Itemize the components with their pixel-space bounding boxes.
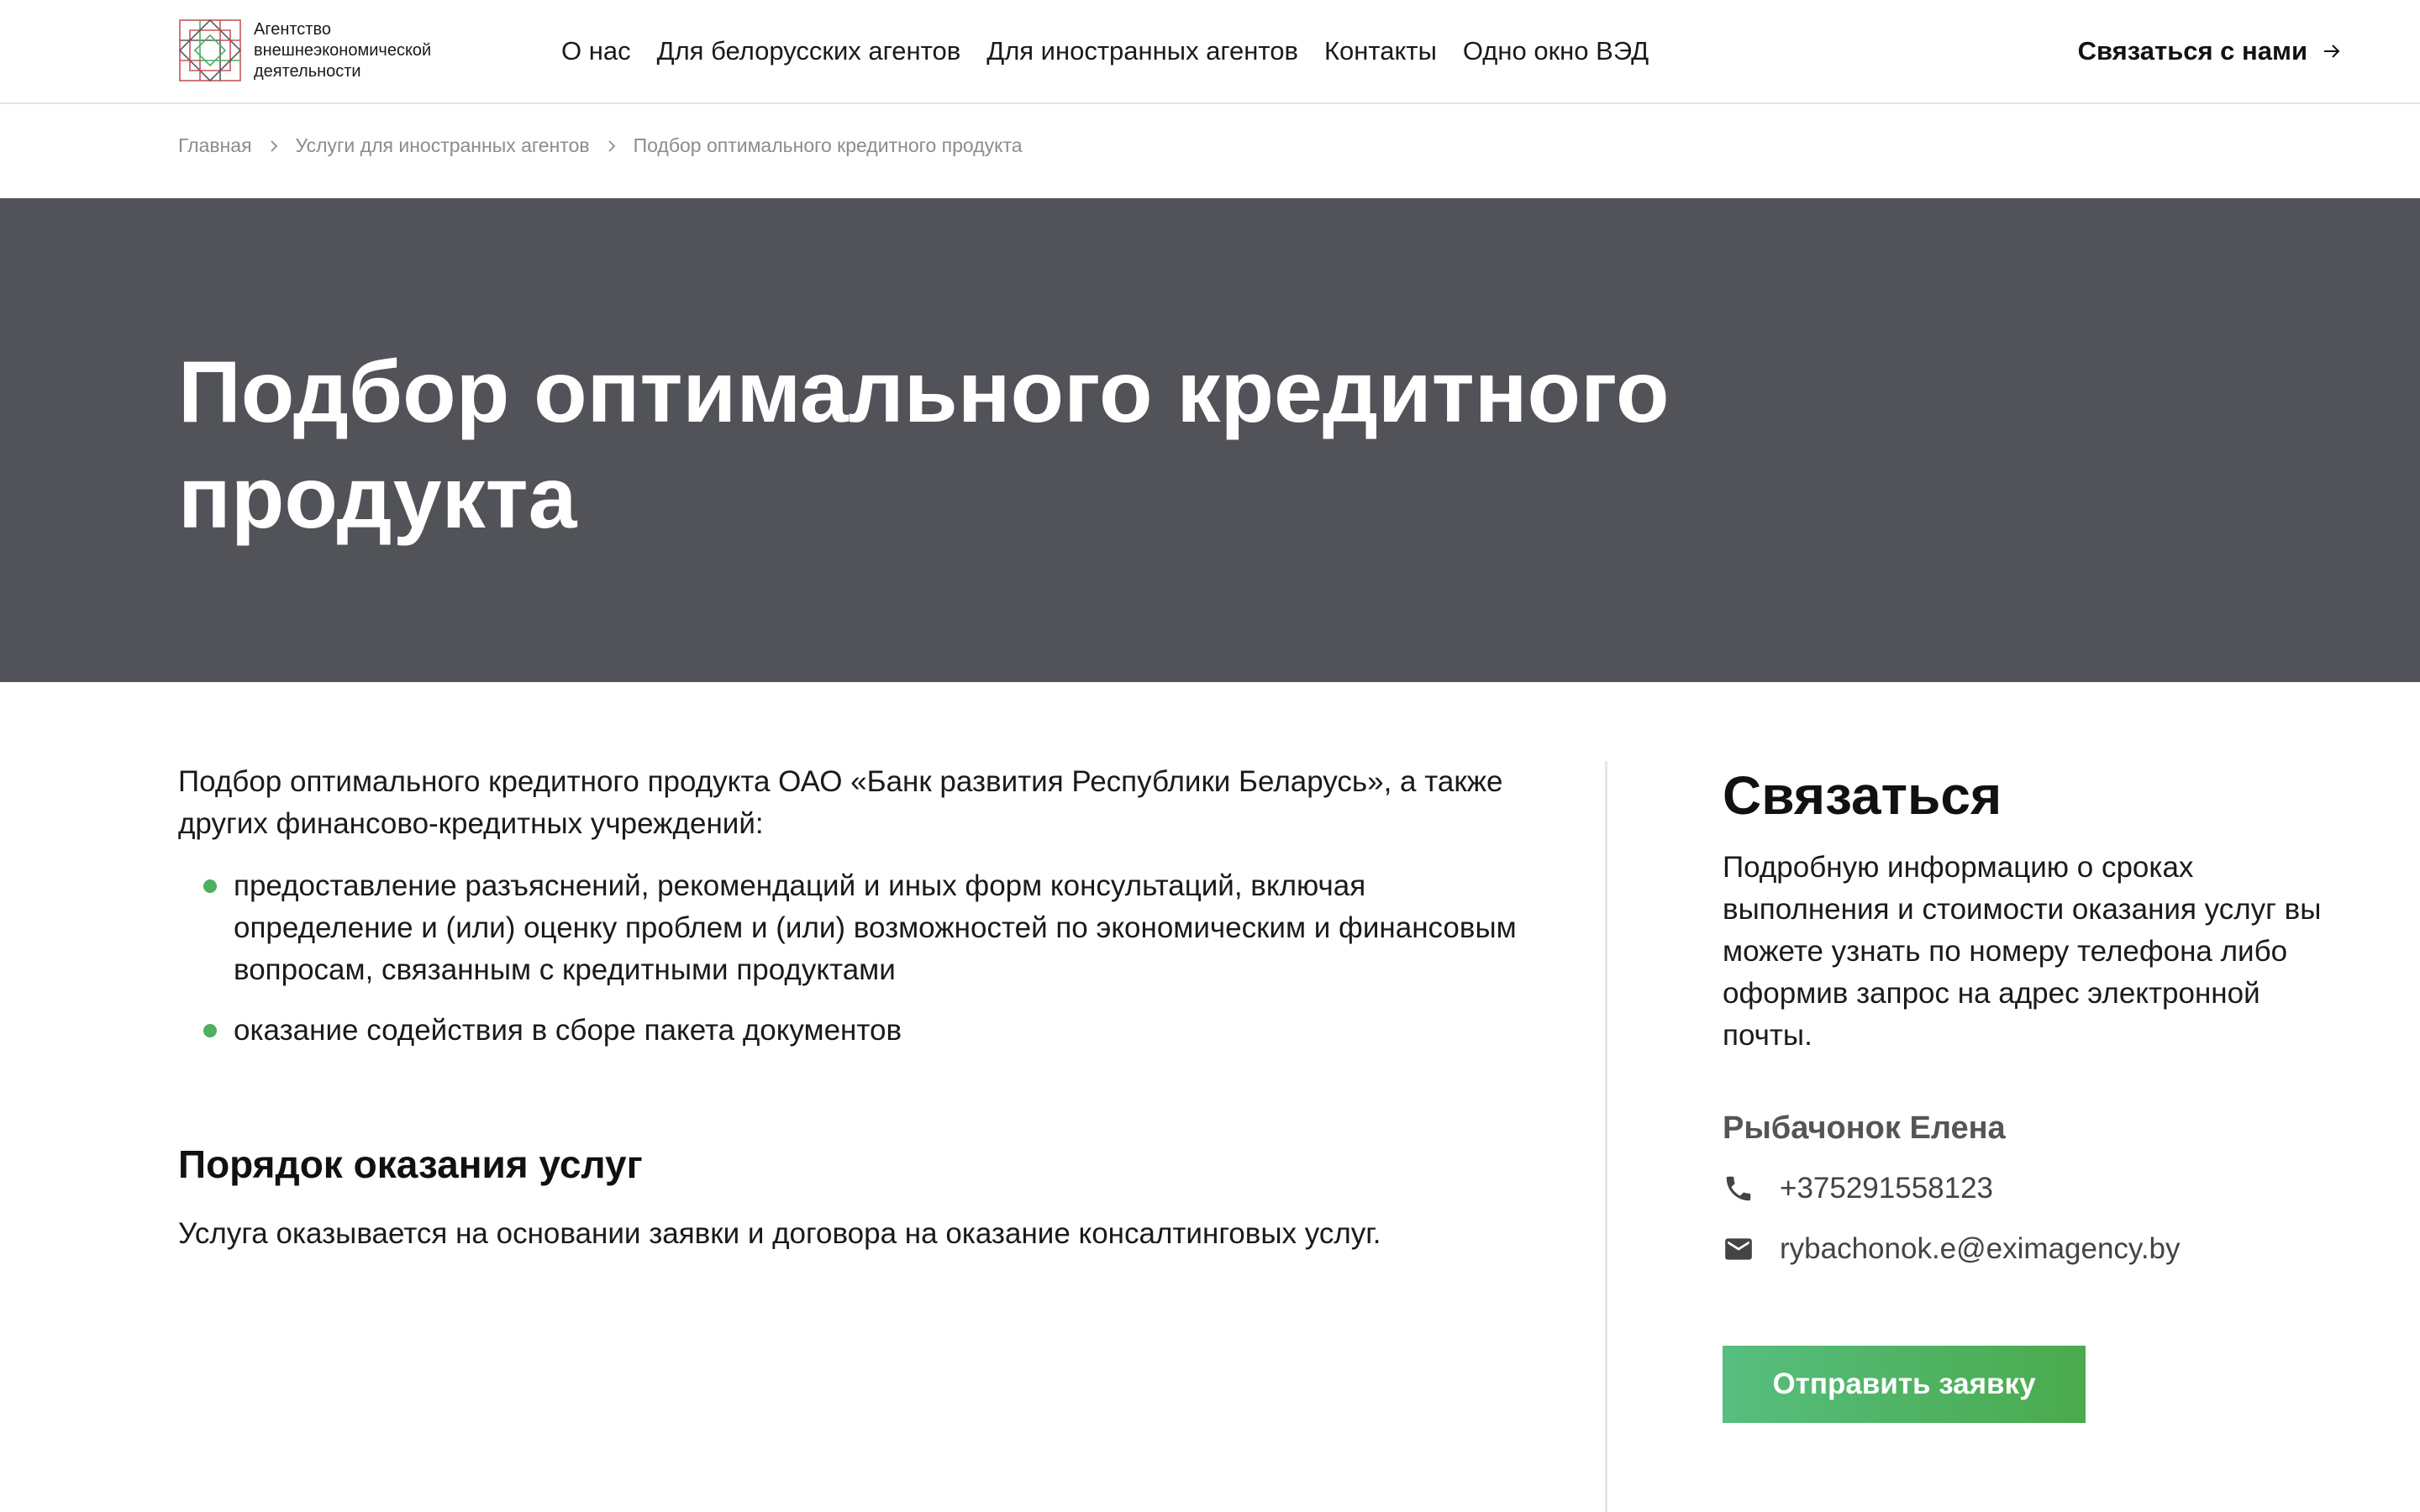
contact-us-label: Связаться с нами [2077,36,2307,66]
breadcrumb-foreign-services[interactable]: Услуги для иностранных агентов [296,134,590,157]
sidebar-text: Подробную информацию о сроках выполнения… [1723,851,2322,1052]
nav-item-single-window[interactable]: Одно окно ВЭД [1463,32,1649,71]
nav-item-belarusian-agents[interactable]: Для белорусских агентов [657,32,961,71]
hero-banner: Подбор оптимального кредитного продукта [0,198,2420,682]
nav-item-contacts[interactable]: Контакты [1324,32,1437,71]
contact-phone[interactable]: +375291558123 [1780,1172,1993,1205]
phone-icon [1726,1176,1751,1201]
main-content: Подбор оптимального кредитного продукта … [178,761,1556,1255]
mail-icon [1725,1238,1752,1260]
contact-sidebar: Связаться Подробную информацию о сроках … [1723,761,2344,1423]
service-list: предоставление разъяснений, рекомендаций… [178,865,1556,1052]
intro-text: Подбор оптимального кредитного продукта … [178,765,1503,840]
contact-email[interactable]: rybachonok.e@eximagency.by [1780,1232,2181,1266]
agency-logo[interactable]: Агентство внешнеэкономической деятельнос… [178,18,472,82]
contact-name: Рыбачонок Елена [1723,1110,2006,1146]
chevron-right-icon [607,139,617,153]
section-title: Порядок оказания услуг [178,1142,643,1186]
contact-email-row: rybachonok.e@eximagency.by [1723,1228,2344,1270]
breadcrumb-home[interactable]: Главная [178,134,252,157]
breadcrumb: Главная Услуги для иностранных агентов П… [178,134,1023,157]
nav-item-foreign-agents[interactable]: Для иностранных агентов [986,32,1298,71]
page-title: Подбор оптимального кредитного продукта [178,344,1670,547]
site-header: Агентство внешнеэкономической деятельнос… [0,0,2420,104]
column-divider [1605,761,1607,1512]
page: Агентство внешнеэкономической деятельнос… [0,0,2420,1512]
breadcrumb-current: Подбор оптимального кредитного продукта [633,134,1023,156]
list-item: оказание содействия в сборе пакета докум… [203,1010,1544,1052]
sidebar-title: Связаться [1723,765,2002,826]
main-nav: О нас Для белорусских агентов Для иностр… [561,32,1675,71]
arrow-right-icon [2324,45,2340,58]
submit-request-button[interactable]: Отправить заявку [1723,1346,2086,1423]
contact-phone-row: +375291558123 [1723,1168,2344,1210]
logo-text: Агентство внешнеэкономической деятельнос… [254,19,432,81]
list-item: предоставление разъяснений, рекомендаций… [203,865,1544,991]
nav-item-about[interactable]: О нас [561,32,631,71]
contact-us-link[interactable]: Связаться с нами [2078,32,2341,71]
chevron-right-icon [269,139,279,153]
section-text: Услуга оказывается на основании заявки и… [178,1217,1381,1250]
agency-logo-icon [178,18,242,82]
